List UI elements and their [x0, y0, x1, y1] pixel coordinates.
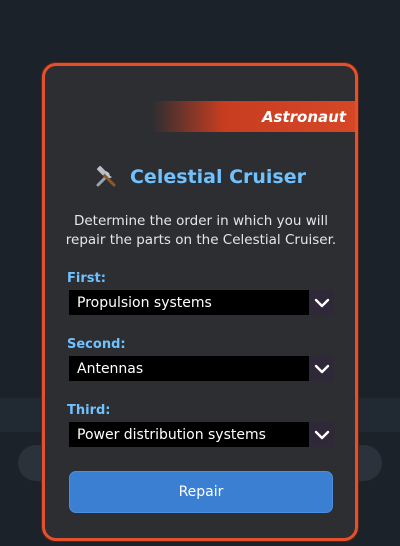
third-select[interactable]: Power distribution systems — [69, 422, 334, 447]
tools-icon — [94, 165, 118, 189]
second-select-value: Antennas — [77, 360, 144, 377]
third-select-value: Power distribution systems — [77, 426, 266, 443]
first-select-value: Propulsion systems — [77, 294, 212, 311]
page-title: Celestial Cruiser — [129, 166, 306, 188]
third-select-toggle[interactable] — [309, 422, 334, 447]
third-label: Third: — [67, 403, 111, 418]
repair-button[interactable]: Repair — [69, 471, 333, 513]
second-select-toggle[interactable] — [309, 356, 334, 381]
first-select[interactable]: Propulsion systems — [69, 290, 334, 315]
second-label: Second: — [67, 337, 126, 352]
chevron-down-icon — [314, 293, 330, 312]
instructions-text: Determine the order in which you will re… — [65, 213, 337, 248]
role-banner: Astronaut — [152, 101, 355, 132]
repair-order-dialog: Astronaut Celestial Cruiser Determine th… — [42, 63, 358, 541]
first-label: First: — [67, 271, 106, 286]
dialog-header: Celestial Cruiser — [45, 165, 355, 189]
role-banner-label: Astronaut — [261, 107, 346, 126]
chevron-down-icon — [314, 359, 330, 378]
second-select[interactable]: Antennas — [69, 356, 334, 381]
first-select-toggle[interactable] — [309, 290, 334, 315]
chevron-down-icon — [314, 425, 330, 444]
